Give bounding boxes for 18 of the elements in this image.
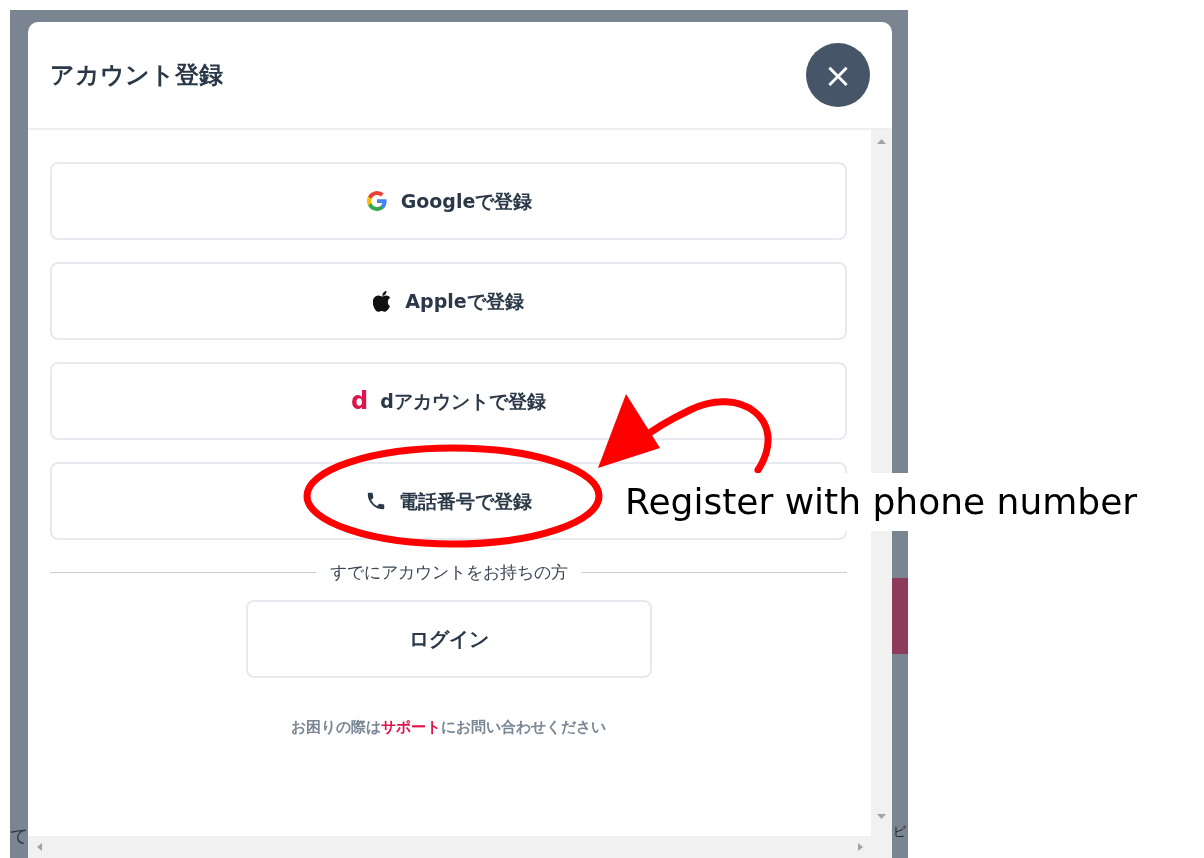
- sign-up-button[interactable]: Appleで登録: [50, 262, 847, 340]
- google-icon: [364, 189, 389, 213]
- background-text: ビ: [893, 823, 906, 841]
- scroll-up-icon[interactable]: [877, 139, 886, 144]
- scroll-left-icon[interactable]: [37, 843, 42, 851]
- modal-title: アカウント登録: [50, 60, 223, 90]
- help-text: お困りの際はサポート にお問い合わせください: [290, 716, 607, 738]
- sign-up-button[interactable]: Googleで登録: [50, 162, 847, 240]
- logo-icon: d: [351, 389, 369, 413]
- support-link[interactable]: サポート: [381, 717, 441, 736]
- login-button[interactable]: ログイン: [245, 599, 652, 678]
- scroll-down-icon[interactable]: [877, 814, 886, 819]
- divider-label: すでにアカウントをお持ちの方: [329, 561, 568, 584]
- phone-icon: [365, 490, 387, 512]
- scroll-right-icon[interactable]: [858, 843, 863, 851]
- close-button[interactable]: ×: [806, 43, 870, 107]
- background-text: て: [10, 824, 28, 848]
- sign-up-button[interactable]: d dアカウントで登録: [50, 362, 847, 440]
